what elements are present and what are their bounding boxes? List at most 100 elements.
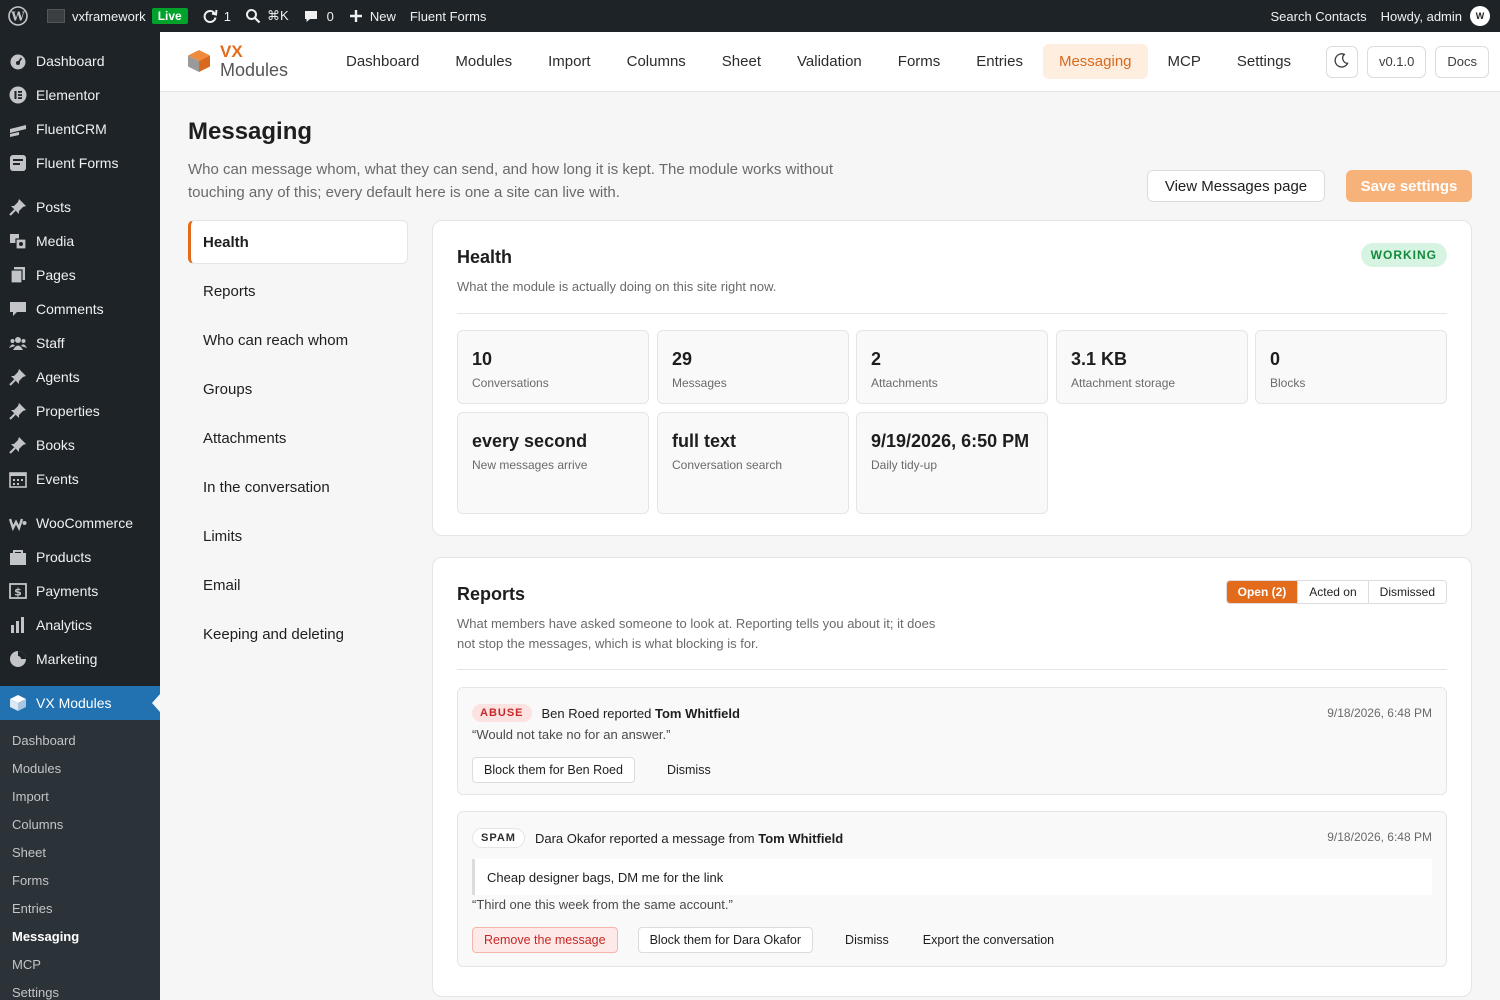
sidebar-item-products[interactable]: Products [0,540,160,574]
submenu-item-entries[interactable]: Entries [0,894,160,922]
shortcut-label: ⌘K [266,8,289,23]
updates-menu[interactable]: 1 [195,0,238,32]
theme-toggle-button[interactable] [1325,45,1358,78]
block-button[interactable]: Block them for Dara Okafor [637,927,814,953]
block-button[interactable]: Block them for Ben Roed [472,757,635,783]
site-menu[interactable]: vxframework Live [35,0,195,32]
sidebar-item-payments[interactable]: $ Payments [0,574,160,608]
stat-value: 29 [672,349,693,369]
subnav-health[interactable]: Health [188,220,408,264]
submenu-item-sheet[interactable]: Sheet [0,838,160,866]
sidebar-item-comments[interactable]: Comments [0,292,160,326]
pin-icon [9,436,27,454]
subnav-limits[interactable]: Limits [188,512,408,561]
submenu-item-dashboard[interactable]: Dashboard [0,726,160,754]
brand[interactable]: VX Modules [186,43,326,80]
settings-subnav: Health Reports Who can reach whom Groups… [188,220,408,659]
export-conversation-button[interactable]: Export the conversation [911,927,1066,953]
nav-import[interactable]: Import [532,44,607,79]
sidebar-item-vx-modules[interactable]: VX Modules [0,686,160,720]
tab-dismissed[interactable]: Dismissed [1367,581,1446,603]
sidebar-item-label: Elementor [36,87,100,103]
sidebar-item-label: Books [36,437,75,453]
nav-messaging[interactable]: Messaging [1042,44,1148,79]
sidebar-item-label: Dashboard [36,53,105,69]
subnav-reports[interactable]: Reports [188,267,408,316]
sidebar-item-fluent-forms[interactable]: Fluent Forms [0,146,160,180]
submenu-item-modules[interactable]: Modules [0,754,160,782]
report-tag-abuse: ABUSE [472,704,532,722]
sidebar-item-agents[interactable]: Agents [0,360,160,394]
search-contacts-link[interactable]: Search Contacts [1263,0,1373,32]
nav-entries[interactable]: Entries [960,44,1039,79]
elementor-icon [9,86,27,104]
tab-acted-on[interactable]: Acted on [1297,581,1368,603]
save-settings-button[interactable]: Save settings [1346,170,1472,202]
remove-message-button[interactable]: Remove the message [472,927,618,953]
page-description: Who can message whom, what they can send… [188,161,834,201]
stat-value: 0 [1270,349,1281,369]
stat-label: Conversation search [672,458,783,472]
nav-forms[interactable]: Forms [882,44,957,79]
subnav-groups[interactable]: Groups [188,365,408,414]
sidebar-item-dashboard[interactable]: Dashboard [0,44,160,78]
stat-daily-tidy-up: 9/19/2026, 6:50 PM Daily tidy-up [856,412,1048,514]
command-search[interactable]: ⌘K [238,0,296,32]
nav-columns[interactable]: Columns [611,44,702,79]
sidebar-item-posts[interactable]: Posts [0,190,160,224]
sidebar-item-staff[interactable]: Staff [0,326,160,360]
view-messages-button[interactable]: View Messages page [1147,170,1325,202]
nav-dashboard[interactable]: Dashboard [330,44,435,79]
nav-mcp[interactable]: MCP [1152,44,1217,79]
tab-open[interactable]: Open (2) [1226,581,1298,603]
marketing-icon [9,650,27,668]
stat-label: Attachments [871,376,938,390]
sidebar-item-label: Agents [36,369,80,385]
submenu-item-settings[interactable]: Settings [0,978,160,1000]
docs-button[interactable]: Docs [1435,45,1489,78]
version-badge[interactable]: v0.1.0 [1366,45,1427,78]
wordpress-logo-icon[interactable]: W [0,0,35,32]
sidebar-item-woocommerce[interactable]: WooCommerce [0,506,160,540]
sidebar-item-media[interactable]: Media [0,224,160,258]
sidebar-item-fluentcrm[interactable]: FluentCRM [0,112,160,146]
sidebar-item-elementor[interactable]: Elementor [0,78,160,112]
account-menu[interactable]: Howdy, admin W [1374,0,1500,32]
submenu-item-forms[interactable]: Forms [0,866,160,894]
sidebar-item-label: Marketing [36,651,98,667]
sidebar-item-properties[interactable]: Properties [0,394,160,428]
admin-sidebar: Dashboard Elementor FluentCRM Fluent For… [0,32,160,1000]
subnav-in-the-conversation[interactable]: In the conversation [188,463,408,512]
submenu-item-mcp[interactable]: MCP [0,950,160,978]
stat-value: every second [472,431,588,451]
submenu-item-import[interactable]: Import [0,782,160,810]
sidebar-item-label: VX Modules [36,695,112,711]
nav-modules[interactable]: Modules [439,44,528,79]
fluent-forms-link[interactable]: Fluent Forms [403,0,494,32]
nav-validation[interactable]: Validation [781,44,878,79]
dismiss-button[interactable]: Dismiss [655,757,723,783]
report-date: 9/18/2026, 6:48 PM [1327,706,1432,720]
sidebar-item-books[interactable]: Books [0,428,160,462]
new-content-menu[interactable]: New [341,0,403,32]
comments-menu[interactable]: 0 [296,0,341,32]
vx-modules-submenu: Dashboard Modules Import Columns Sheet F… [0,720,160,1000]
subnav-keeping-and-deleting[interactable]: Keeping and deleting [188,610,408,659]
dismiss-button[interactable]: Dismiss [833,927,901,953]
submenu-item-columns[interactable]: Columns [0,810,160,838]
sidebar-item-events[interactable]: Events [0,462,160,496]
admin-bar: W vxframework Live 1 ⌘K 0 New Fluent For… [0,0,1500,32]
subnav-who-can-reach-whom[interactable]: Who can reach whom [188,316,408,365]
subnav-attachments[interactable]: Attachments [188,414,408,463]
health-title: Health [457,247,513,267]
sidebar-item-analytics[interactable]: Analytics [0,608,160,642]
nav-sheet[interactable]: Sheet [706,44,777,79]
sidebar-item-marketing[interactable]: Marketing [0,642,160,676]
submenu-item-messaging[interactable]: Messaging [0,922,160,950]
reporter-name: Dara Okafor [534,830,606,846]
search-contacts-label: Search Contacts [1270,8,1367,24]
health-card: Health WORKING What the module is actual… [432,220,1472,536]
nav-settings[interactable]: Settings [1221,44,1307,79]
sidebar-item-pages[interactable]: Pages [0,258,160,292]
subnav-email[interactable]: Email [188,561,408,610]
